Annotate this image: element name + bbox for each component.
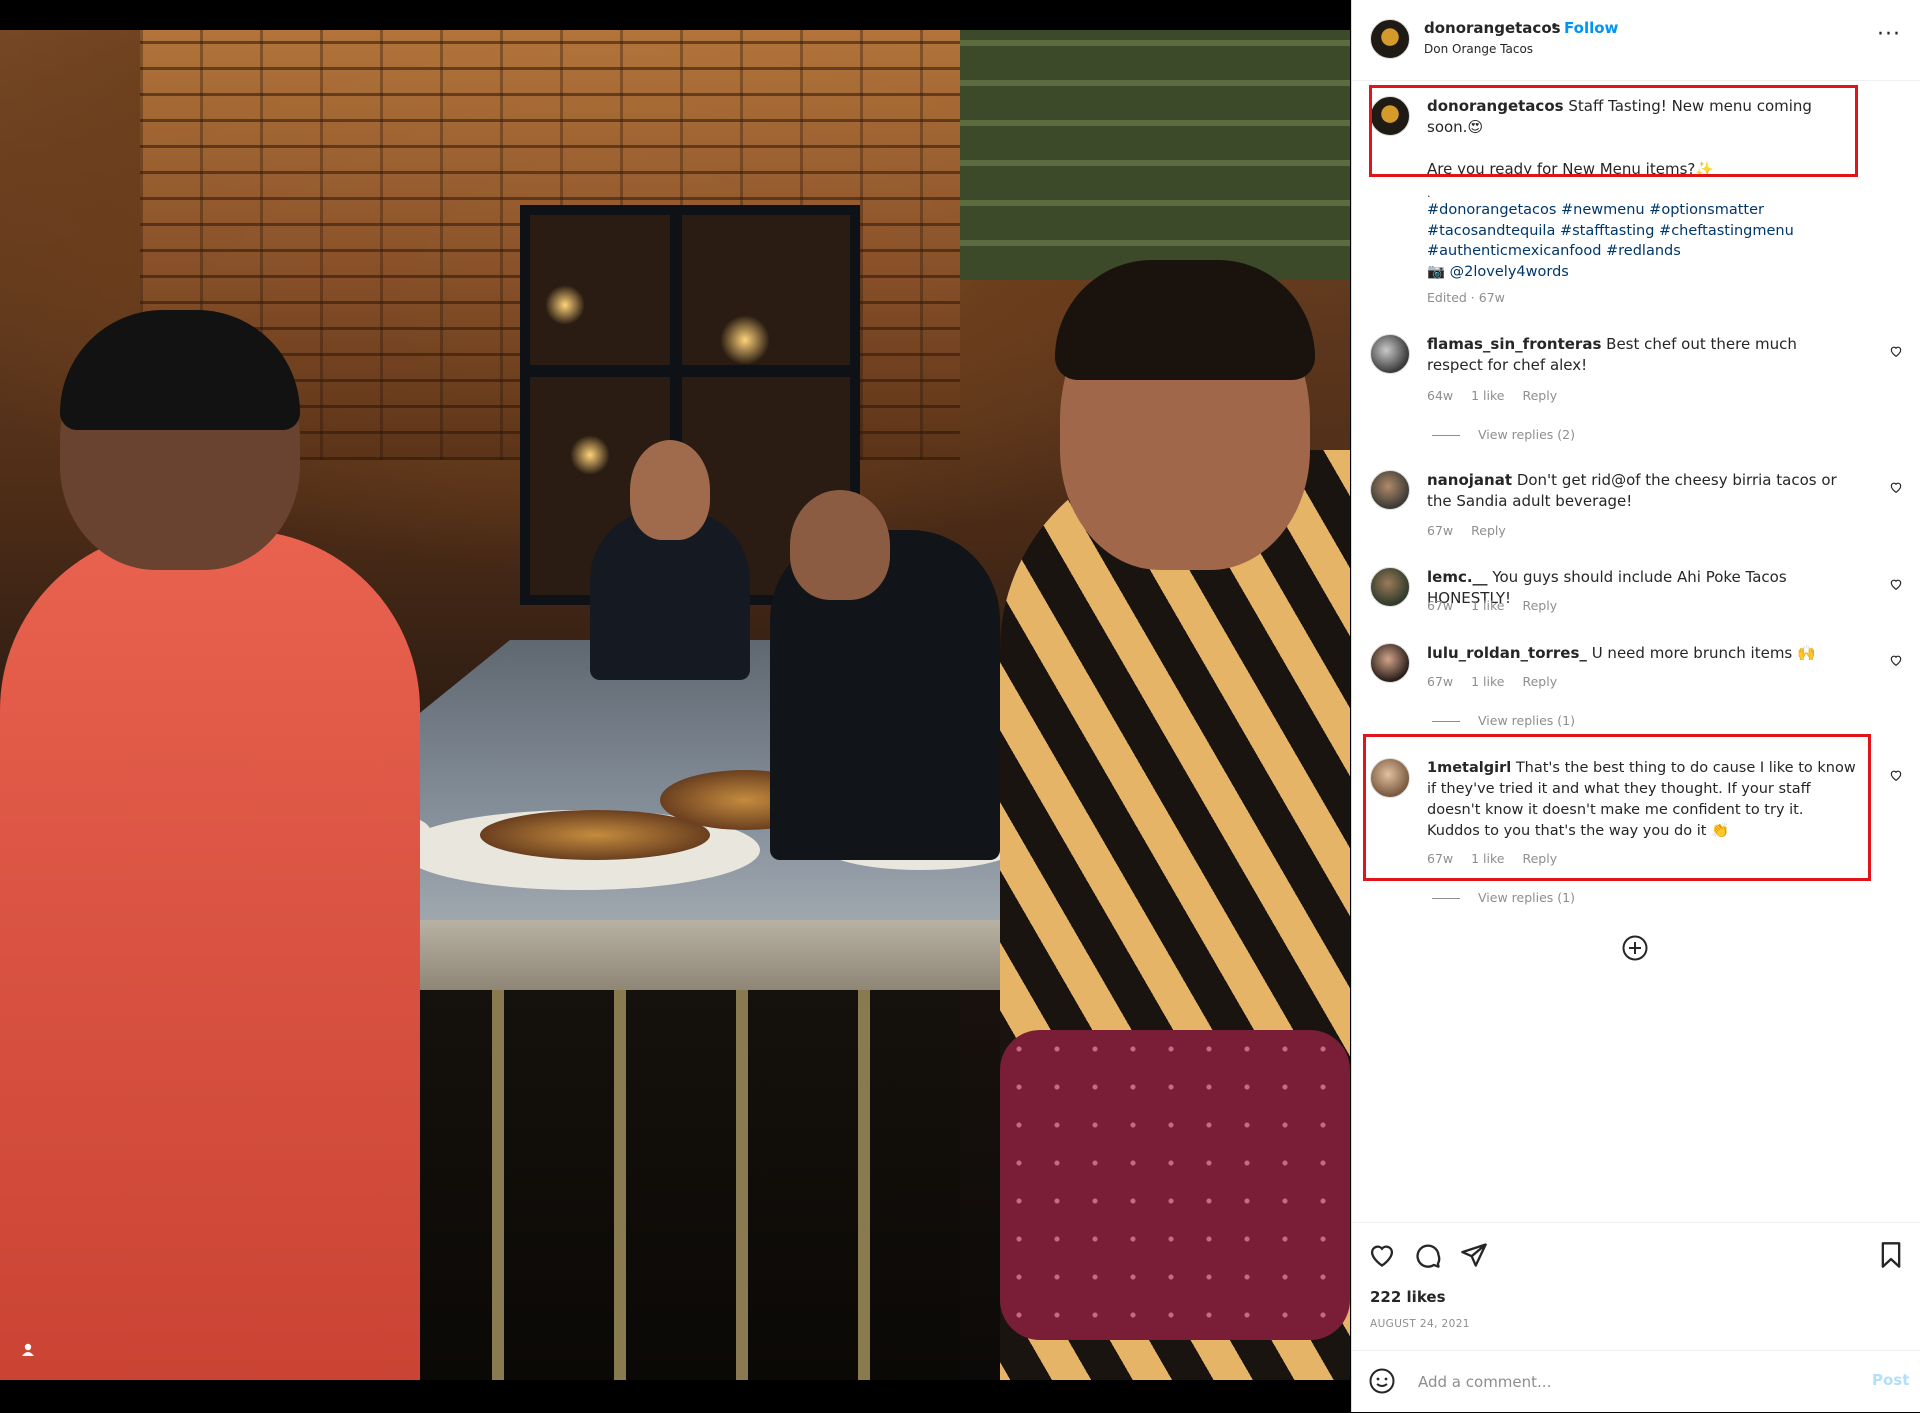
patterned-shorts: [1000, 1030, 1350, 1340]
reply-button[interactable]: Reply: [1522, 674, 1557, 689]
user-tag-icon[interactable]: [18, 1340, 38, 1360]
reply-button[interactable]: Reply: [1522, 388, 1557, 403]
view-replies-button[interactable]: View replies (1): [1432, 713, 1575, 728]
avatar[interactable]: [1370, 643, 1410, 683]
add-comment-bar: Post: [1352, 1350, 1920, 1413]
comment-age: 67w: [1427, 674, 1454, 689]
highlight-box: [1363, 734, 1871, 881]
more-options-icon[interactable]: ···: [1877, 22, 1901, 47]
post-sidebar: donorangetacos • Follow Don Orange Tacos…: [1351, 0, 1920, 1412]
view-replies-label: View replies (1): [1478, 890, 1575, 905]
bookmark-icon[interactable]: [1877, 1241, 1905, 1269]
person-red-shirt: [0, 530, 420, 1380]
comment-username[interactable]: flamas_sin_fronteras: [1427, 335, 1601, 353]
person-head: [790, 490, 890, 600]
follow-button[interactable]: Follow: [1564, 19, 1618, 37]
comment-likes[interactable]: 1 like: [1471, 388, 1504, 403]
likes-count[interactable]: 222 likes: [1370, 1288, 1446, 1306]
post-header: donorangetacos • Follow Don Orange Tacos…: [1352, 0, 1920, 81]
photo-credit[interactable]: 📷 @2lovely4words: [1427, 262, 1887, 283]
comment-username[interactable]: lulu_roldan_torres_: [1427, 644, 1587, 662]
heart-icon[interactable]: [1889, 344, 1903, 358]
comment-text: lulu_roldan_torres_ U need more brunch i…: [1427, 643, 1857, 664]
comment-meta: 67w 1 like Reply: [1427, 674, 1571, 689]
comment-likes[interactable]: 1 like: [1471, 598, 1504, 613]
comment-meta: 67w 1 like Reply: [1427, 598, 1571, 613]
avatar[interactable]: [1370, 470, 1410, 510]
post-photo[interactable]: [0, 0, 1350, 1412]
comment-age: 67w: [1427, 523, 1454, 538]
comment-username[interactable]: lemc.__: [1427, 568, 1488, 586]
post-date: AUGUST 24, 2021: [1370, 1318, 1470, 1330]
avatar[interactable]: [1370, 334, 1410, 374]
heart-icon[interactable]: [1889, 653, 1903, 667]
plus-circle-icon[interactable]: [1622, 935, 1648, 961]
add-comment-input[interactable]: [1416, 1369, 1800, 1395]
divider: [1352, 1222, 1920, 1223]
view-replies-label: View replies (1): [1478, 713, 1575, 728]
view-replies-button[interactable]: View replies (2): [1432, 427, 1575, 442]
comment-text: flamas_sin_fronteras Best chef out there…: [1427, 334, 1857, 376]
comment-meta: 67w Reply: [1427, 523, 1520, 538]
avatar[interactable]: [1370, 567, 1410, 607]
comment-username[interactable]: nanojanat: [1427, 471, 1512, 489]
plant-wall: [960, 30, 1350, 280]
heart-icon[interactable]: [1368, 1241, 1396, 1269]
view-replies-label: View replies (2): [1478, 427, 1575, 442]
paper-plane-icon[interactable]: [1460, 1241, 1488, 1269]
smiley-icon[interactable]: [1369, 1368, 1395, 1394]
person-head: [630, 440, 710, 540]
comment-body: U need more brunch items 🙌: [1591, 644, 1816, 662]
photo-scene: [0, 30, 1350, 1380]
comment-text: nanojanat Don't get rid@of the cheesy bi…: [1427, 470, 1857, 512]
comment-likes[interactable]: 1 like: [1471, 674, 1504, 689]
heart-icon[interactable]: [1889, 577, 1903, 591]
edited-label: Edited · 67w: [1427, 290, 1505, 305]
hashtags[interactable]: #donorangetacos #newmenu #optionsmatter …: [1427, 200, 1887, 262]
separator-dot: •: [1550, 17, 1559, 35]
reply-button[interactable]: Reply: [1522, 598, 1557, 613]
location-link[interactable]: Don Orange Tacos: [1424, 42, 1533, 56]
comment-age: 67w: [1427, 598, 1454, 613]
author-username[interactable]: donorangetacos: [1424, 19, 1561, 37]
heart-icon[interactable]: [1889, 768, 1903, 782]
comment-meta: 64w 1 like Reply: [1427, 388, 1571, 403]
comment-age: 64w: [1427, 388, 1454, 403]
highlight-box: [1369, 85, 1858, 177]
post-button[interactable]: Post: [1872, 1371, 1909, 1389]
view-replies-button[interactable]: View replies (1): [1432, 890, 1575, 905]
avatar[interactable]: [1370, 19, 1410, 59]
comment-icon[interactable]: [1414, 1241, 1442, 1269]
caption-dots: .: [1427, 187, 1431, 200]
reply-button[interactable]: Reply: [1471, 523, 1506, 538]
heart-icon[interactable]: [1889, 480, 1903, 494]
